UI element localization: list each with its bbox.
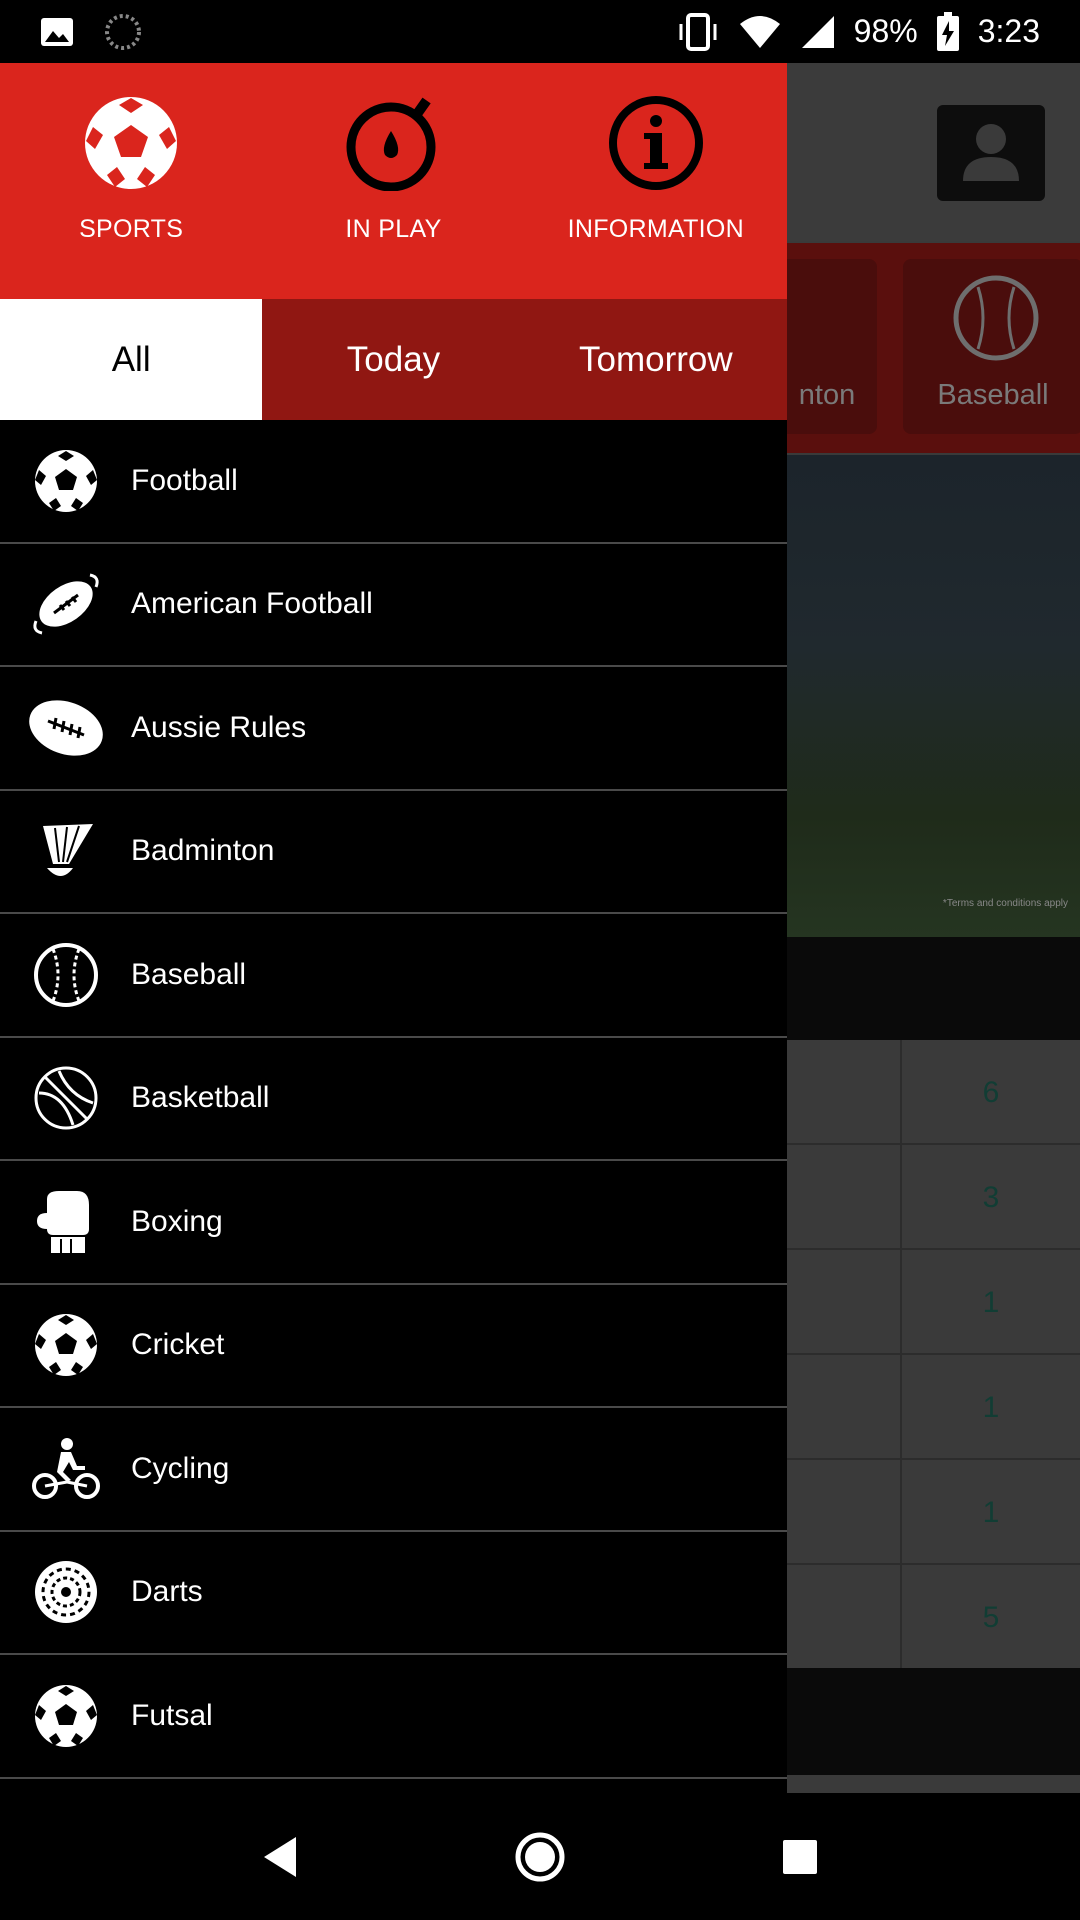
sport-item-cycling[interactable]: Cycling (0, 1408, 787, 1532)
tab-tomorrow[interactable]: Tomorrow (525, 299, 787, 420)
loading-icon (104, 13, 142, 51)
home-icon[interactable] (500, 1817, 580, 1897)
soccer-ball-icon (81, 93, 181, 193)
american-football-icon (0, 571, 131, 637)
tab-today[interactable]: Today (262, 299, 524, 420)
navigation-drawer: SPORTS IN PLAY INFORMATION All Today Tom… (0, 63, 787, 1793)
count-cell: 5 (900, 1565, 1080, 1670)
battery-charging-icon (936, 11, 960, 52)
battery-percent: 98% (853, 13, 918, 49)
info-icon (606, 93, 706, 193)
sport-label: Football (131, 463, 238, 497)
wifi-icon (738, 14, 782, 50)
signal-icon (800, 14, 836, 50)
information-label: INFORMATION (567, 215, 745, 243)
sport-label: Cycling (131, 1451, 230, 1485)
background-section-header (787, 937, 1080, 1040)
count-cell: 1 (900, 1250, 1080, 1355)
sport-label: Badminton (131, 834, 275, 868)
sport-label: Darts (131, 1575, 203, 1609)
profile-button[interactable] (937, 105, 1045, 201)
status-bar: 98% 3:23 (0, 0, 1080, 63)
category-label: Baseball (937, 379, 1049, 411)
image-icon (40, 17, 74, 47)
sport-item-baseball[interactable]: Baseball (0, 914, 787, 1038)
table-row[interactable]: 6 (787, 1040, 1080, 1145)
category-baseball[interactable]: Baseball (903, 259, 1080, 434)
background-app: nton Baseball *Terms and conditions appl… (787, 63, 1080, 1793)
sport-item-darts[interactable]: Darts (0, 1532, 787, 1655)
drawer-header: SPORTS IN PLAY INFORMATION (0, 63, 787, 299)
cyclist-icon (0, 1436, 131, 1502)
boxing-glove-icon (0, 1189, 131, 1255)
table-row[interactable]: 1 (787, 1460, 1080, 1565)
cricket-icon (0, 1312, 131, 1378)
promo-banner[interactable]: *Terms and conditions apply (787, 455, 1080, 937)
count-cell: 6 (900, 1040, 1080, 1145)
back-icon[interactable] (240, 1817, 320, 1897)
football-icon (0, 448, 131, 514)
background-category-strip: nton Baseball (787, 243, 1080, 453)
in-play-button[interactable]: IN PLAY (262, 63, 524, 299)
table-row[interactable]: 3 (787, 1145, 1080, 1250)
sport-label: Baseball (131, 957, 247, 991)
sport-item-boxing[interactable]: Boxing (0, 1161, 787, 1285)
background-header (787, 63, 1080, 241)
background-footer (787, 1668, 1080, 1775)
table-row[interactable]: 1 (787, 1250, 1080, 1355)
sports-list: Football American Football Aussie Rules … (0, 420, 787, 1779)
baseball-icon (0, 942, 131, 1008)
baseball-icon (953, 275, 1039, 369)
category-label: nton (798, 379, 856, 411)
dartboard-icon (0, 1559, 131, 1625)
sport-item-badminton[interactable]: Badminton (0, 791, 787, 914)
table-row[interactable]: 5 (787, 1565, 1080, 1670)
sport-item-football[interactable]: Football (0, 420, 787, 544)
tab-all[interactable]: All (0, 299, 263, 420)
sports-label: SPORTS (79, 215, 184, 243)
shuttlecock-icon (0, 818, 131, 884)
count-cell: 1 (900, 1355, 1080, 1460)
sport-item-basketball[interactable]: Basketball (0, 1038, 787, 1161)
basketball-icon (0, 1065, 131, 1131)
sport-label: Cricket (131, 1328, 225, 1362)
sport-label: Basketball (131, 1081, 270, 1115)
information-button[interactable]: INFORMATION (525, 63, 787, 299)
sport-item-futsal[interactable]: Futsal (0, 1655, 787, 1779)
stopwatch-icon (343, 93, 443, 193)
banner-terms: *Terms and conditions apply (942, 898, 1068, 909)
sport-item-cricket[interactable]: Cricket (0, 1285, 787, 1408)
table-row[interactable]: 1 (787, 1355, 1080, 1460)
sport-label: Aussie Rules (131, 710, 307, 744)
sport-label: American Football (131, 587, 373, 621)
recents-icon[interactable] (760, 1817, 840, 1897)
category-badminton[interactable]: nton (787, 259, 877, 434)
sports-button[interactable]: SPORTS (0, 63, 262, 299)
sport-label: Boxing (131, 1204, 223, 1238)
vibrate-icon (676, 12, 720, 52)
system-nav-bar (0, 1793, 1080, 1920)
futsal-icon (0, 1683, 131, 1749)
background-table: 6 3 1 1 1 5 (787, 1040, 1080, 1670)
user-icon (959, 119, 1023, 188)
aussie-rules-icon (0, 695, 131, 761)
count-cell: 3 (900, 1145, 1080, 1250)
sport-label: Futsal (131, 1698, 213, 1732)
in-play-label: IN PLAY (345, 215, 442, 243)
sport-item-aussie-rules[interactable]: Aussie Rules (0, 667, 787, 791)
date-filter-tabs: All Today Tomorrow (0, 299, 787, 420)
clock: 3:23 (977, 13, 1040, 49)
count-cell: 1 (900, 1460, 1080, 1565)
sport-item-american-football[interactable]: American Football (0, 544, 787, 667)
